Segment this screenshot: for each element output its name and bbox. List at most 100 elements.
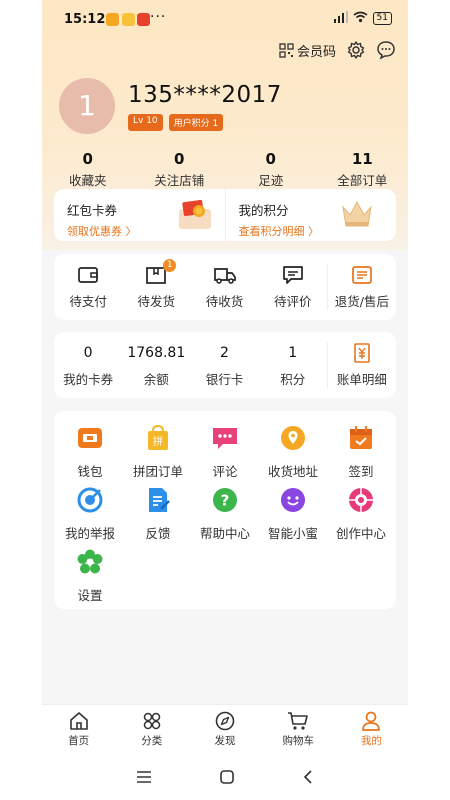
service-comments[interactable]: 评论	[189, 425, 261, 480]
level-badge: Lv 10	[128, 114, 163, 131]
order-pending-shipment[interactable]: 1 待发货	[122, 258, 190, 310]
package-icon	[122, 265, 190, 285]
order-pending-review[interactable]: 待评价	[259, 265, 327, 310]
wallet-bank-cards[interactable]: 2 银行卡	[190, 343, 258, 388]
service-settings[interactable]: 设置	[54, 549, 126, 604]
service-feedback[interactable]: 反馈	[122, 487, 194, 542]
order-label: 退货/售后	[334, 293, 390, 309]
stat-value: 0	[82, 150, 93, 168]
returns-list-icon	[328, 265, 396, 285]
group-order-icon: 拼	[148, 424, 168, 450]
bottom-tab-bar: 首页 分类 发现 购物车 我的	[42, 704, 408, 754]
service-label: 钱包	[77, 464, 103, 479]
user-stats: 0 收藏夹 0 关注店铺 0 足迹 11 全部订单	[42, 150, 408, 189]
menu-icon[interactable]	[136, 770, 152, 784]
status-bar: 15:12 ··· 51	[42, 8, 408, 32]
home-square-icon[interactable]	[219, 769, 235, 785]
cart-icon	[288, 712, 309, 730]
settings-gear-icon[interactable]	[346, 40, 366, 60]
tab-discover[interactable]: 发现	[188, 705, 261, 754]
tab-home[interactable]: 首页	[42, 705, 115, 754]
message-icon[interactable]	[376, 40, 396, 60]
stat-favorites[interactable]: 0 收藏夹	[42, 150, 134, 189]
wallet-value: 1	[288, 344, 298, 361]
stat-followed-shops[interactable]: 0 关注店铺	[134, 150, 226, 189]
tab-category[interactable]: 分类	[115, 705, 188, 754]
orders-card: 待支付 1 待发货 待收货 待评价 退货/售后	[54, 254, 396, 320]
system-navigation-bar	[42, 754, 408, 800]
order-pending-payment[interactable]: 待支付	[54, 265, 122, 310]
tab-label: 购物车	[282, 735, 314, 747]
service-smart-assistant[interactable]: 智能小蜜	[257, 487, 329, 542]
coupon-entry[interactable]: 红包卡券 领取优惠券 〉	[54, 189, 225, 241]
svg-text:?: ?	[221, 492, 230, 510]
pending-shipment-badge: 1	[163, 258, 177, 272]
service-label: 帮助中心	[199, 526, 250, 541]
service-label: 我的举报	[64, 526, 115, 541]
service-group-orders[interactable]: 拼 拼团订单	[122, 424, 194, 480]
wallet-label: 我的卡券	[63, 371, 114, 387]
service-check-in[interactable]: 签到	[325, 425, 397, 480]
wallet-balance[interactable]: 1768.81 余额	[122, 343, 190, 388]
service-label: 拼团订单	[132, 464, 183, 479]
truck-icon	[190, 265, 258, 285]
help-icon: ?	[213, 488, 237, 512]
wallet-label: 余额	[143, 371, 169, 387]
stat-label: 足迹	[258, 173, 284, 188]
order-returns[interactable]: 退货/售后	[328, 265, 396, 310]
order-label: 待发货	[137, 293, 176, 309]
assistant-icon	[281, 488, 305, 512]
wallet-label: 积分	[280, 371, 306, 387]
qr-code-icon	[279, 42, 294, 58]
wallet-icon	[78, 428, 102, 448]
back-icon[interactable]	[302, 769, 314, 785]
tab-label: 我的	[360, 735, 382, 747]
stat-footprints[interactable]: 0 足迹	[225, 150, 317, 189]
service-label: 设置	[77, 588, 103, 603]
svg-text:拼: 拼	[153, 435, 163, 448]
crown-icon	[340, 199, 374, 233]
tab-cart[interactable]: 购物车	[262, 705, 335, 754]
notification-app-icon	[122, 13, 135, 26]
tab-label: 分类	[141, 735, 163, 747]
battery-icon: 51	[372, 12, 392, 25]
create-icon	[349, 488, 373, 512]
service-label: 评论	[212, 464, 238, 479]
service-report[interactable]: 我的举报	[54, 487, 126, 542]
stat-value: 0	[265, 150, 276, 168]
comment-icon	[213, 428, 237, 449]
points-entry[interactable]: 我的积分 查看积分明细 〉	[224, 189, 397, 241]
order-label: 待评价	[273, 293, 312, 309]
header-actions: 会员码	[279, 40, 396, 60]
tab-label: 发现	[214, 735, 236, 747]
wallet-coupons[interactable]: 0 我的卡券	[54, 343, 122, 388]
tab-profile[interactable]: 我的	[335, 705, 408, 754]
wallet-bill-details[interactable]: 账单明细	[328, 342, 396, 388]
status-time: 15:12	[64, 12, 106, 27]
wallet-label: 账单明细	[336, 371, 387, 387]
member-code-button[interactable]: 会员码	[279, 41, 336, 60]
stat-all-orders[interactable]: 11 全部订单	[317, 150, 409, 189]
service-help-center[interactable]: ? 帮助中心	[189, 487, 261, 542]
service-address[interactable]: 收货地址	[257, 425, 329, 480]
stat-label: 收藏夹	[68, 173, 107, 188]
notification-app-icon	[137, 13, 150, 26]
settings-icon	[77, 549, 103, 574]
avatar[interactable]: 1	[59, 78, 115, 134]
order-pending-receipt[interactable]: 待收货	[190, 265, 258, 310]
calendar-icon	[350, 426, 372, 449]
more-notifications: ···	[150, 9, 167, 25]
wallet-points[interactable]: 1 积分	[259, 343, 327, 388]
notification-app-icon	[106, 13, 119, 26]
stat-label: 全部订单	[337, 173, 388, 188]
service-label: 收货地址	[267, 464, 318, 479]
signal-icon	[333, 11, 348, 26]
home-icon	[69, 712, 88, 730]
service-label: 签到	[348, 464, 374, 479]
service-wallet[interactable]: 钱包	[54, 425, 126, 480]
wallet-outline-icon	[54, 265, 122, 285]
service-creator-center[interactable]: 创作中心	[325, 487, 397, 542]
discover-icon	[215, 711, 235, 731]
wallet-card: 0 我的卡券 1768.81 余额 2 银行卡 1 积分 账单明细	[54, 332, 396, 398]
services-card: 钱包 拼 拼团订单 评论 收货地址 签到 我的举报 反馈 ? 帮助中心 智能小蜜…	[54, 411, 396, 609]
